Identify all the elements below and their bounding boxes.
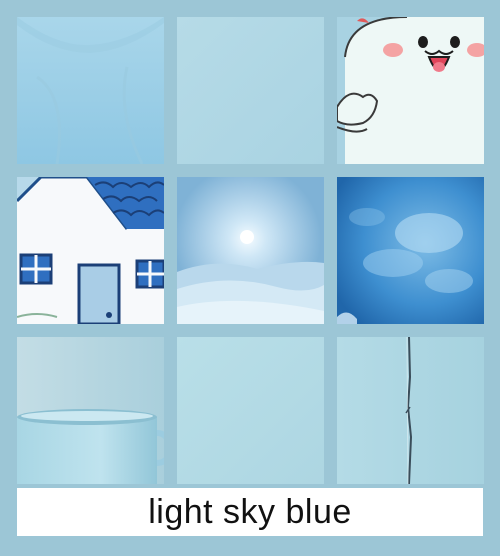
- tshirt-tile: [17, 17, 164, 164]
- tshirt-image: [17, 17, 164, 164]
- cartoon-ghost-image: [337, 17, 484, 164]
- mug-tile: [17, 337, 164, 484]
- caption-bar: light sky blue: [17, 488, 483, 536]
- caption-label: light sky blue: [148, 492, 352, 531]
- snowy-dunes-image: [177, 177, 324, 324]
- swatch-image: [177, 17, 324, 164]
- color-collage: light sky blue: [0, 0, 500, 556]
- blue-clouds-image: [337, 177, 484, 324]
- snowy-dunes-tile: [177, 177, 324, 324]
- ghost-tile: [337, 17, 484, 164]
- swatch-image-2: [177, 337, 324, 484]
- swatch-tile-2: [177, 337, 324, 484]
- house-tile: [17, 177, 164, 324]
- cartoon-house-image: [17, 177, 164, 324]
- wall-crack-image: [337, 337, 484, 484]
- mug-image: [17, 337, 164, 484]
- wall-tile: [337, 337, 484, 484]
- swatch-tile: [177, 17, 324, 164]
- blue-clouds-tile: [337, 177, 484, 324]
